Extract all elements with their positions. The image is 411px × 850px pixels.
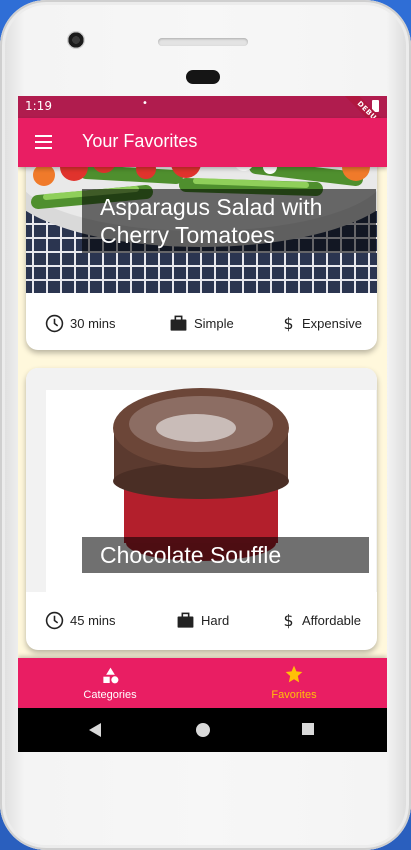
favorites-list[interactable]: Asparagus Salad with Cherry Tomatoes 30 … bbox=[18, 167, 387, 658]
affordability-text: Affordable bbox=[302, 612, 362, 628]
notification-dot: • bbox=[142, 98, 148, 109]
meal-meta-row: 45 mins Hard $ Affordable bbox=[26, 605, 377, 635]
system-navigation-bar bbox=[18, 708, 387, 752]
clock-icon bbox=[45, 611, 64, 629]
svg-text:$: $ bbox=[283, 611, 293, 630]
page-title: Your Favorites bbox=[82, 131, 198, 151]
menu-icon[interactable] bbox=[35, 135, 52, 149]
home-icon[interactable] bbox=[195, 722, 211, 738]
phone-frame: 1:19 • DEBUG Your Favorites Asparagus Sa… bbox=[0, 0, 411, 850]
meal-title: Asparagus Salad with Cherry Tomatoes bbox=[82, 189, 376, 253]
meal-card[interactable]: Chocolate Souffle 45 mins Hard $ Afforda… bbox=[26, 368, 377, 650]
dollar-icon: $ bbox=[283, 611, 293, 630]
tab-categories-label: Categories bbox=[83, 689, 137, 701]
affordability-item: $ Expensive bbox=[282, 308, 362, 338]
briefcase-icon bbox=[170, 315, 187, 331]
star-icon bbox=[285, 665, 303, 683]
complexity-item: Simple bbox=[169, 308, 234, 338]
affordability-text: Expensive bbox=[302, 315, 362, 331]
recents-icon[interactable] bbox=[301, 722, 315, 736]
clock-icon bbox=[45, 314, 64, 332]
duration-text: 45 mins bbox=[70, 612, 116, 628]
front-camera-icon bbox=[67, 31, 85, 49]
category-icon bbox=[103, 667, 119, 684]
duration-item: 30 mins bbox=[45, 308, 116, 338]
status-time: 1:19 bbox=[25, 99, 52, 113]
status-bar: 1:19 • bbox=[18, 96, 387, 118]
affordability-item: $ Affordable bbox=[282, 605, 361, 635]
briefcase-icon bbox=[177, 612, 194, 628]
tab-categories[interactable]: Categories bbox=[18, 658, 202, 708]
meal-card[interactable]: Asparagus Salad with Cherry Tomatoes 30 … bbox=[26, 167, 377, 350]
duration-text: 30 mins bbox=[70, 315, 116, 331]
app-bar: Your Favorites bbox=[18, 118, 387, 167]
complexity-item: Hard bbox=[176, 605, 229, 635]
duration-item: 45 mins bbox=[45, 605, 116, 635]
earpiece bbox=[186, 70, 220, 84]
meal-title: Chocolate Souffle bbox=[82, 537, 369, 573]
speaker-grille bbox=[158, 38, 248, 46]
bottom-navigation: Categories Favorites bbox=[18, 658, 387, 708]
meal-meta-row: 30 mins Simple $ Expensive bbox=[26, 308, 377, 338]
complexity-text: Hard bbox=[201, 612, 230, 628]
svg-text:$: $ bbox=[283, 314, 293, 333]
dollar-icon: $ bbox=[283, 314, 293, 333]
tab-favorites-label: Favorites bbox=[271, 689, 317, 701]
back-icon[interactable] bbox=[88, 722, 102, 738]
tab-favorites[interactable]: Favorites bbox=[202, 658, 386, 708]
device-screen: 1:19 • DEBUG Your Favorites Asparagus Sa… bbox=[18, 96, 387, 752]
complexity-text: Simple bbox=[194, 315, 234, 331]
